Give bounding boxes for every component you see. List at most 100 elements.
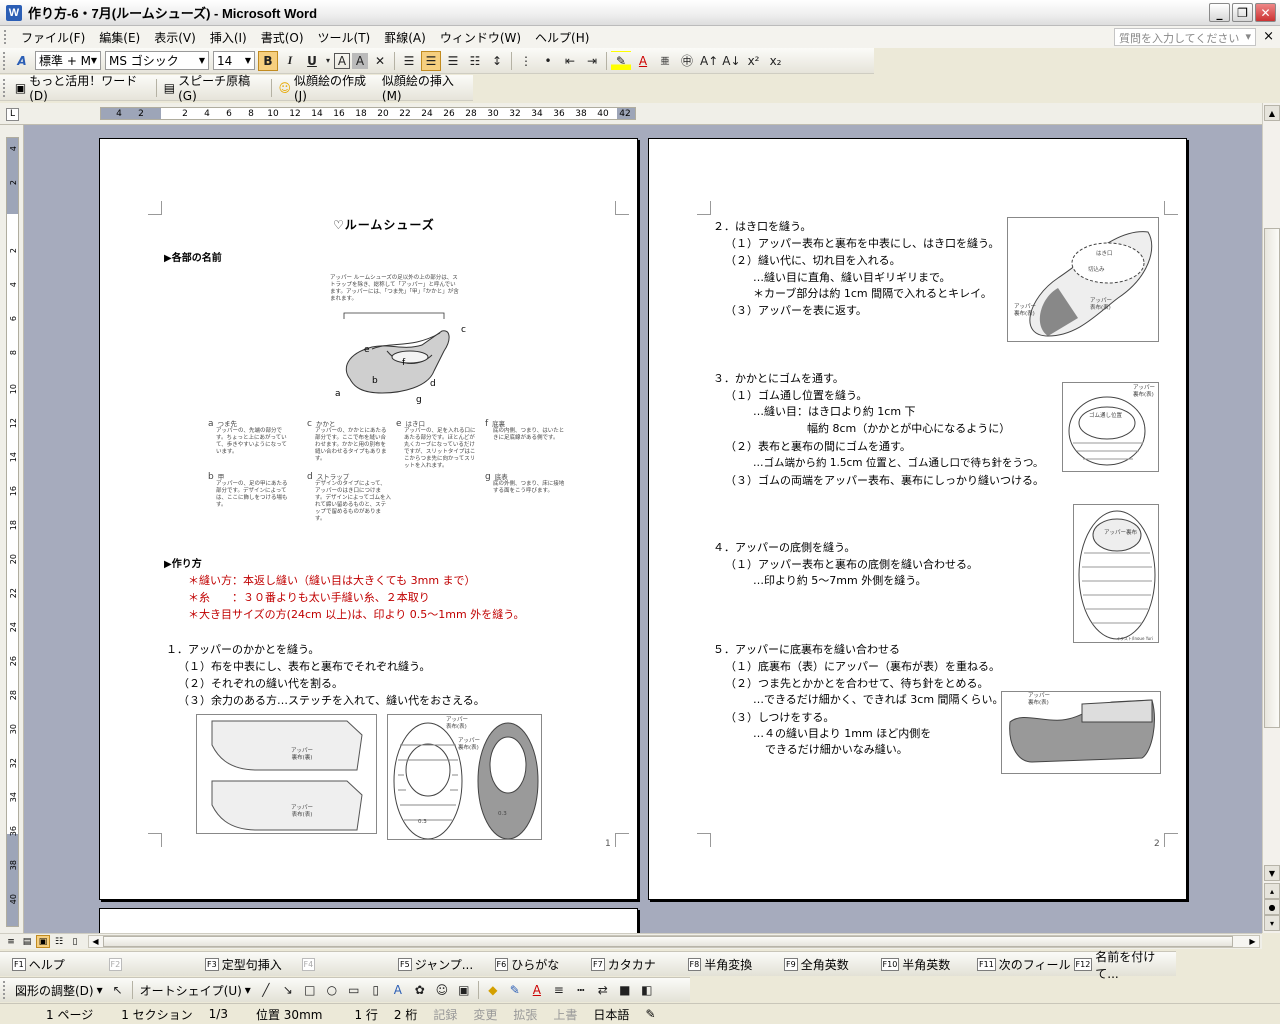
speech-draft-button[interactable]: ▤ スピーチ原稿(G) xyxy=(160,72,268,103)
font-combo[interactable]: MS ゴシック ▼ xyxy=(105,51,209,70)
menu-file[interactable]: ファイル(F) xyxy=(14,27,92,48)
align-justify-icon[interactable]: ☰ xyxy=(399,51,419,71)
enclose-char-icon[interactable]: ㊥ xyxy=(677,51,697,71)
textbox-icon[interactable]: ▭ xyxy=(344,980,364,1000)
fkey-f8[interactable]: F8 半角変換 xyxy=(687,955,752,974)
scroll-left-icon[interactable]: ◀ xyxy=(89,936,102,947)
align-right-icon[interactable]: ☰ xyxy=(443,51,463,71)
hscroll-track[interactable]: ◀ ▶ xyxy=(88,935,1260,948)
fkey-f10[interactable]: F10 半角英数 xyxy=(880,955,950,974)
clipart-icon[interactable]: ☺ xyxy=(432,980,452,1000)
chevron-down-icon[interactable]: ▾ xyxy=(324,51,332,71)
oval-tool-icon[interactable]: ○ xyxy=(322,980,342,1000)
decrease-indent-icon[interactable]: ⇤ xyxy=(560,51,580,71)
document-workspace[interactable]: ♡ルームシューズ ▶各部の名前 アッパー ルームシューズの足以外の上の部分は、ス… xyxy=(24,125,1262,933)
arrow-style-icon[interactable]: ⇄ xyxy=(593,980,613,1000)
horizontal-ruler[interactable]: L 4 2 2 4 6 8 10 12 14 16 18 20 22 24 26 28 30 32 34 36 38 40… xyxy=(0,103,1280,125)
fkey-f5[interactable]: F5 ジャンプ... xyxy=(398,955,473,974)
fill-color-icon[interactable]: ◆ xyxy=(483,980,503,1000)
close-document-button[interactable]: × xyxy=(1263,29,1274,44)
increase-indent-icon[interactable]: ⇥ xyxy=(582,51,602,71)
phonetic-icon[interactable]: 亜 xyxy=(655,51,675,71)
status-ext[interactable]: 拡張 xyxy=(505,1006,545,1023)
motto-katsuyo-button[interactable]: ▣ もっと活用！ワード(D) xyxy=(11,72,153,103)
hscroll-thumb[interactable] xyxy=(103,936,1233,947)
numbering-icon[interactable]: ⋮ xyxy=(516,51,536,71)
grow-font-icon[interactable]: A↑ xyxy=(699,51,719,71)
menu-help[interactable]: ヘルプ(H) xyxy=(528,27,596,48)
fkey-f11[interactable]: F11 次のフィールド xyxy=(977,955,1083,974)
chevron-down-icon[interactable]: ▾ xyxy=(1245,30,1251,44)
normal-view-icon[interactable]: ≡ xyxy=(4,935,18,948)
rectangle-tool-icon[interactable]: □ xyxy=(300,980,320,1000)
bold-button[interactable]: B xyxy=(258,50,278,71)
fkey-f7[interactable]: F7 カタカナ xyxy=(591,955,656,974)
font-color-icon[interactable]: A xyxy=(633,51,653,71)
diagram-icon[interactable]: ✿ xyxy=(410,980,430,1000)
toolbar-grip[interactable] xyxy=(3,51,7,70)
subscript-icon[interactable]: x₂ xyxy=(766,51,786,71)
autoshape-menu[interactable]: オートシェイプ(U) ▾ xyxy=(136,982,255,999)
next-page-icon[interactable]: ▾ xyxy=(1264,915,1280,931)
draw-adjust-menu[interactable]: 図形の調整(D) ▾ xyxy=(11,982,107,999)
status-ovr[interactable]: 上書 xyxy=(545,1006,585,1023)
char-shading-button[interactable]: A xyxy=(352,52,368,69)
nigaoe-create-button[interactable]: ☺ 似顔絵の作成(J) xyxy=(274,72,377,103)
vertical-scrollbar[interactable]: ▲ ▼ ▴ ● ▾ xyxy=(1262,103,1280,933)
nigaoe-insert-button[interactable]: 似顔絵の挿入(M) xyxy=(378,72,473,103)
status-rec[interactable]: 記録 xyxy=(425,1006,465,1023)
prev-page-icon[interactable]: ▴ xyxy=(1264,883,1280,899)
menu-grip[interactable] xyxy=(4,30,10,44)
line-tool-icon[interactable]: ╱ xyxy=(256,980,276,1000)
fkey-f9[interactable]: F9 全角英数 xyxy=(784,955,849,974)
help-question-input[interactable]: 質問を入力してください ▾ xyxy=(1114,28,1256,46)
close-button[interactable]: ✕ xyxy=(1255,3,1276,22)
distributed-align-icon[interactable]: ☷ xyxy=(465,51,485,71)
char-border-button[interactable]: A xyxy=(334,52,350,69)
print-layout-icon[interactable]: ▣ xyxy=(36,935,50,948)
ruler-strip[interactable]: 4 2 2 4 6 8 10 12 14 16 18 20 22 24 26 28 30 32 34 36 38 40 42 xyxy=(100,107,636,120)
picture-icon[interactable]: ▣ xyxy=(454,980,474,1000)
vertical-ruler[interactable]: 4 2 2 4 6 8 10 12 14 16 18 20 22 24 26 28 30 32 34 36 38 40 xyxy=(0,125,24,933)
web-view-icon[interactable]: ▤ xyxy=(20,935,34,948)
align-center-icon[interactable]: ☰ xyxy=(421,50,441,71)
page-1[interactable]: ♡ルームシューズ ▶各部の名前 アッパー ルームシューズの足以外の上の部分は、ス… xyxy=(99,138,638,900)
outline-view-icon[interactable]: ☷ xyxy=(52,935,66,948)
styles-pane-icon[interactable]: A xyxy=(12,51,32,71)
scroll-up-icon[interactable]: ▲ xyxy=(1264,105,1280,121)
vruler-strip[interactable]: 4 2 2 4 6 8 10 12 14 16 18 20 22 24 26 28 30 32 34 36 38 40 xyxy=(6,137,19,927)
page-3[interactable] xyxy=(99,908,638,933)
menu-table[interactable]: 罫線(A) xyxy=(377,27,433,48)
spelling-status-icon[interactable]: ✎ xyxy=(637,1007,663,1021)
menu-window[interactable]: ウィンドウ(W) xyxy=(433,27,528,48)
browse-object-icon[interactable]: ● xyxy=(1264,899,1280,915)
dash-style-icon[interactable]: ┅ xyxy=(571,980,591,1000)
menu-edit[interactable]: 編集(E) xyxy=(92,27,147,48)
arrow-tool-icon[interactable]: ↘ xyxy=(278,980,298,1000)
horizontal-scrollbar[interactable]: ≡ ▤ ▣ ☷ ▯ ◀ ▶ xyxy=(0,933,1262,949)
page-2[interactable]: ２．はき口を縫う。 （１）アッパー表布と裏布を中表にし、はき口を縫う。 （２）縫… xyxy=(648,138,1187,900)
fkey-f6[interactable]: F6 ひらがな xyxy=(494,955,559,974)
phonetic-guide-icon[interactable]: ✕ xyxy=(370,51,390,71)
line-style-icon[interactable]: ≡ xyxy=(549,980,569,1000)
select-objects-icon[interactable]: ↖ xyxy=(108,980,128,1000)
font-size-combo[interactable]: 14 ▼ xyxy=(213,51,255,70)
fkey-f12[interactable]: F12 名前を付けて... xyxy=(1073,950,1177,981)
chevron-down-icon[interactable]: ▼ xyxy=(89,53,99,68)
menu-format[interactable]: 書式(O) xyxy=(254,27,311,48)
vertical-textbox-icon[interactable]: ▯ xyxy=(366,980,386,1000)
chevron-down-icon[interactable]: ▼ xyxy=(243,53,253,68)
style-combo[interactable]: 標準 + M ▼ xyxy=(35,51,101,70)
font-color-draw-icon[interactable]: A xyxy=(527,980,547,1000)
bullets-icon[interactable]: • xyxy=(538,51,558,71)
line-spacing-icon[interactable]: ↕ xyxy=(487,51,507,71)
3d-icon[interactable]: ◧ xyxy=(637,980,657,1000)
fkey-f1[interactable]: F1 ヘルプ xyxy=(12,955,65,974)
toolbar-grip[interactable] xyxy=(3,78,7,97)
menu-view[interactable]: 表示(V) xyxy=(147,27,203,48)
line-color-icon[interactable]: ✎ xyxy=(505,980,525,1000)
toolbar-grip[interactable] xyxy=(3,981,7,999)
menu-tools[interactable]: ツール(T) xyxy=(311,27,378,48)
highlight-icon[interactable]: ✎ xyxy=(611,50,631,71)
status-trk[interactable]: 変更 xyxy=(465,1006,505,1023)
